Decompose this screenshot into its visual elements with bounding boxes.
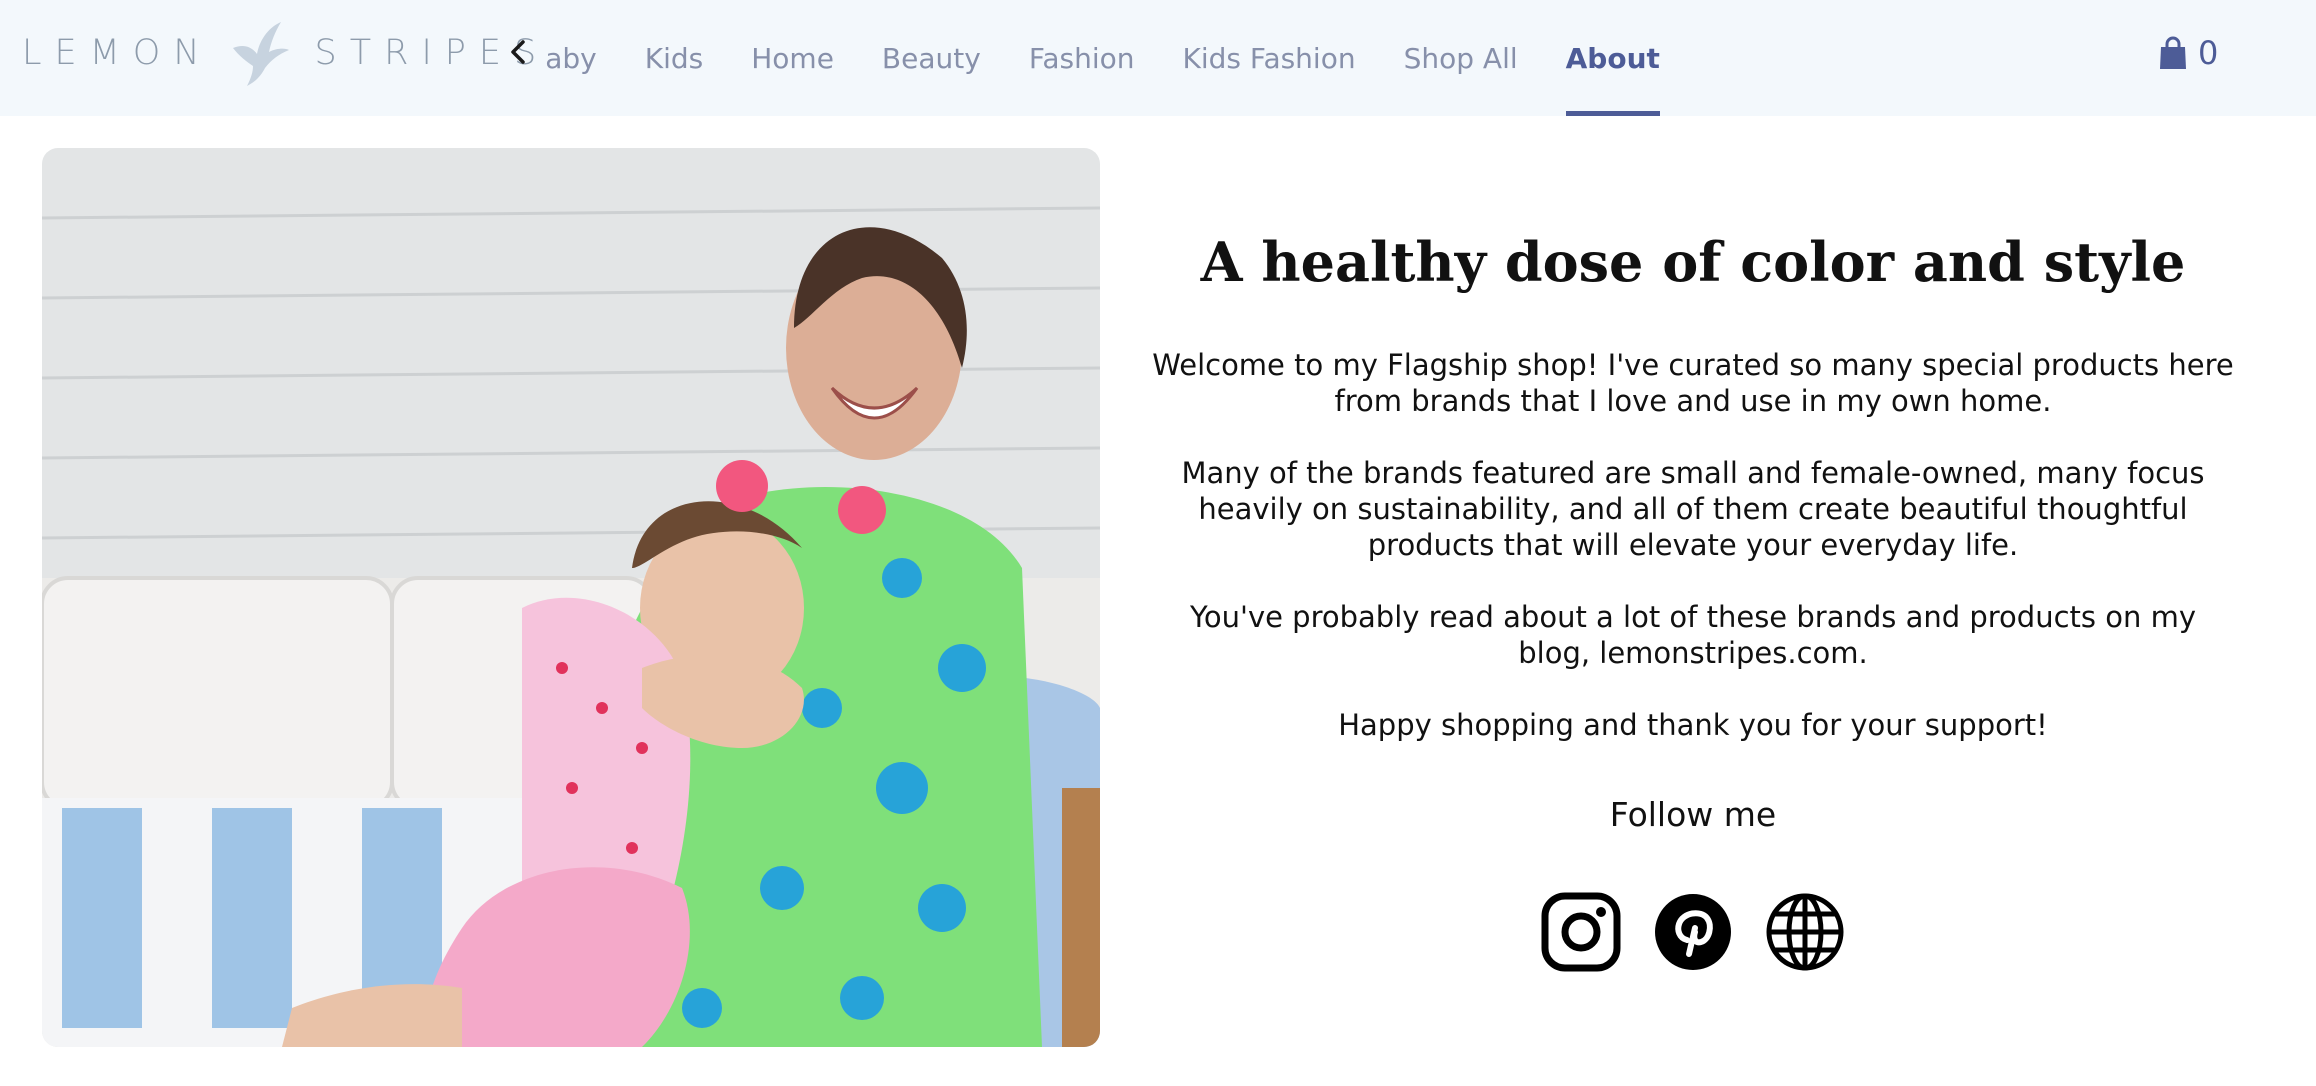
- social-links: [1150, 892, 2236, 972]
- chevron-left-icon: [511, 40, 525, 64]
- follow-me-label: Follow me: [1609, 794, 1777, 834]
- nav-item-kids-fashion[interactable]: Kids Fashion: [1183, 0, 1356, 116]
- nav-item-about[interactable]: About: [1565, 0, 1661, 116]
- logo-word-lemon: LEMON: [22, 33, 213, 73]
- site-logo[interactable]: LEMON STRIPES: [22, 18, 549, 88]
- shopping-bag-icon: [2160, 36, 2186, 69]
- main-navigation: Baby Kids Home Beauty Fashion Kids Fashi…: [546, 0, 1746, 116]
- nav-item-beauty[interactable]: Beauty: [882, 0, 981, 116]
- cart-count: 0: [2198, 34, 2219, 72]
- top-navigation-bar: LEMON STRIPES Baby Kids Home Beauty Fash…: [0, 0, 2316, 116]
- about-photo: [42, 148, 1100, 1047]
- mother-daughter-photo: [42, 148, 1100, 1047]
- nav-item-home[interactable]: Home: [751, 0, 834, 116]
- about-content: A healthy dose of color and style Welcom…: [1150, 200, 2236, 972]
- about-headline: A healthy dose of color and style: [1200, 230, 2186, 294]
- nav-item-baby[interactable]: Baby: [546, 0, 597, 116]
- about-paragraph-thanks: Happy shopping and thank you for your su…: [1338, 707, 2048, 742]
- nav-scroll-left-button[interactable]: [500, 32, 536, 72]
- bird-logo-icon: [232, 22, 289, 86]
- nav-item-kids[interactable]: Kids: [645, 0, 704, 116]
- pinterest-icon[interactable]: [1653, 892, 1733, 972]
- nav-item-fashion[interactable]: Fashion: [1029, 0, 1135, 116]
- cart-button[interactable]: 0: [2158, 30, 2218, 76]
- about-paragraph-welcome: Welcome to my Flagship shop! I've curate…: [1152, 347, 2234, 418]
- nav-item-shop-all[interactable]: Shop All: [1404, 0, 1518, 116]
- globe-icon[interactable]: [1765, 892, 1845, 972]
- about-paragraph-blog: You've probably read about a lot of thes…: [1190, 599, 2196, 670]
- about-paragraph-brands: Many of the brands featured are small an…: [1181, 455, 2205, 562]
- instagram-icon[interactable]: [1541, 892, 1621, 972]
